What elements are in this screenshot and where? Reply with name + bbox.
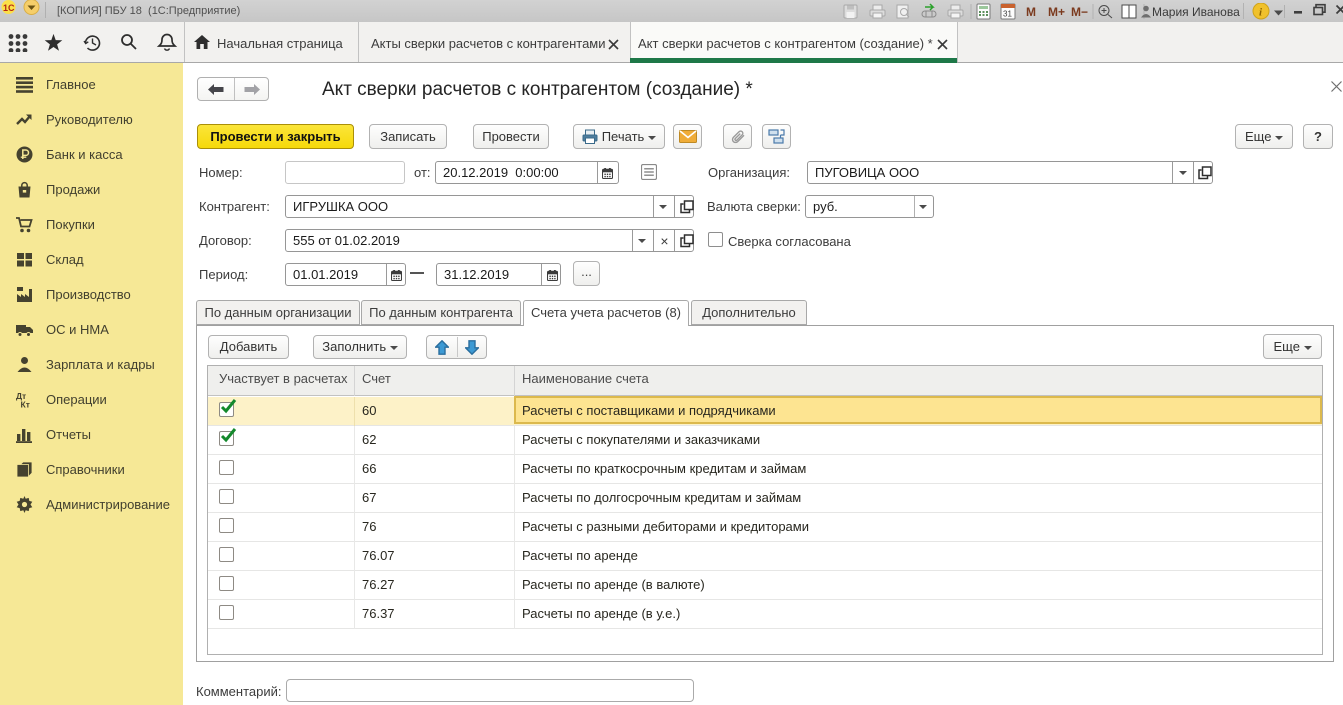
svg-text:1С: 1С [3, 3, 15, 13]
svg-text:31: 31 [1003, 10, 1012, 19]
svg-text:М: М [1026, 5, 1036, 19]
svg-text:Кт: Кт [21, 400, 30, 409]
svg-text:М+: М+ [1048, 5, 1065, 19]
svg-text:М−: М− [1071, 5, 1088, 19]
